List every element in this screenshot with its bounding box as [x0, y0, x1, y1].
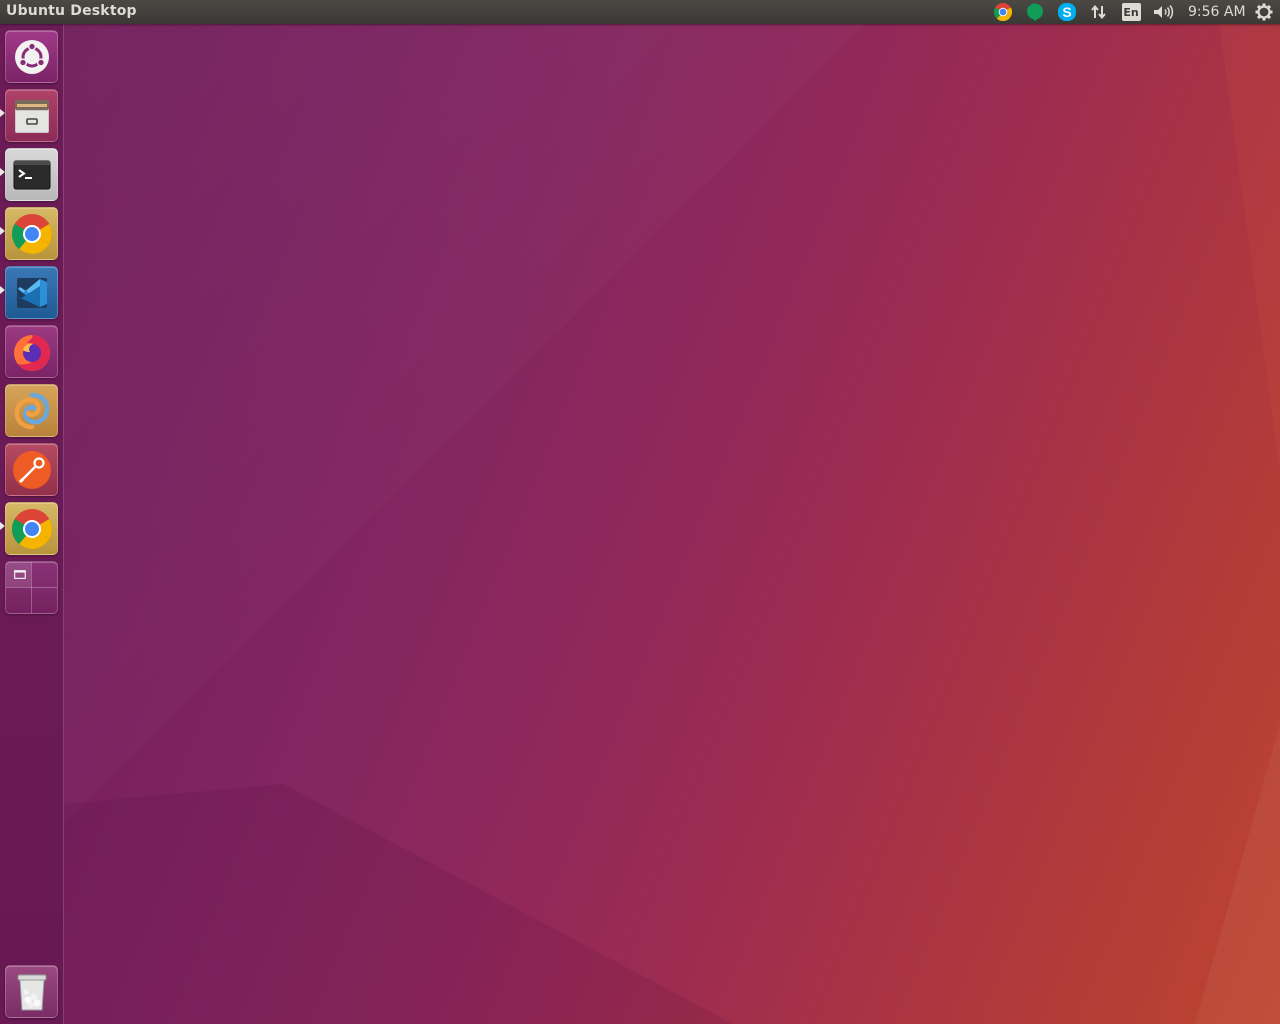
wallpaper-facet [64, 784, 733, 1024]
terminal-icon [13, 160, 50, 189]
top-panel: Ubuntu Desktop S En 9:56 AM [0, 0, 1280, 24]
chrome-icon [11, 213, 52, 254]
wallpaper-facet [1194, 724, 1280, 1024]
wallpaper-facet [1219, 24, 1280, 474]
session-gear-icon[interactable] [1253, 0, 1275, 24]
chrome-indicator-icon[interactable] [992, 0, 1014, 24]
volume-icon[interactable] [1151, 0, 1175, 24]
meld-icon [14, 392, 49, 429]
trash-icon [17, 974, 46, 1010]
workspace-switcher-icon [6, 562, 57, 613]
wallpaper-facet [64, 24, 867, 824]
launcher-item-postman[interactable] [5, 443, 58, 496]
vscode-icon [16, 277, 47, 308]
postman-icon [12, 450, 51, 489]
window-title: Ubuntu Desktop [6, 3, 137, 19]
skype-indicator-icon[interactable]: S [1056, 0, 1078, 24]
clock[interactable]: 9:56 AM [1188, 4, 1246, 20]
svg-text:S: S [1062, 4, 1071, 20]
launcher-item-firefox[interactable] [5, 325, 58, 378]
launcher-item-dash[interactable] [5, 30, 58, 83]
launcher-item-workspace-switcher[interactable] [5, 561, 58, 614]
launcher-item-vscode[interactable] [5, 266, 58, 319]
launcher-item-terminal[interactable] [5, 148, 58, 201]
launcher-item-trash[interactable] [5, 965, 58, 1018]
file-cabinet-icon [14, 99, 49, 133]
network-updown-icon[interactable] [1088, 0, 1110, 24]
launcher-item-chrome-2[interactable] [5, 502, 58, 555]
launcher-item-chrome[interactable] [5, 207, 58, 260]
ubuntu-logo-icon [14, 39, 49, 74]
hangouts-indicator-icon[interactable] [1024, 0, 1046, 24]
launcher-item-meld[interactable] [5, 384, 58, 437]
launcher-item-files[interactable] [5, 89, 58, 142]
chrome-icon [11, 508, 52, 549]
keyboard-layout-icon[interactable]: En [1120, 0, 1142, 24]
launcher [0, 24, 64, 1024]
desktop[interactable]: Ubuntu Desktop S En 9:56 AM [0, 0, 1280, 1024]
keyboard-layout-label: En [1123, 5, 1139, 19]
firefox-icon [13, 334, 50, 371]
